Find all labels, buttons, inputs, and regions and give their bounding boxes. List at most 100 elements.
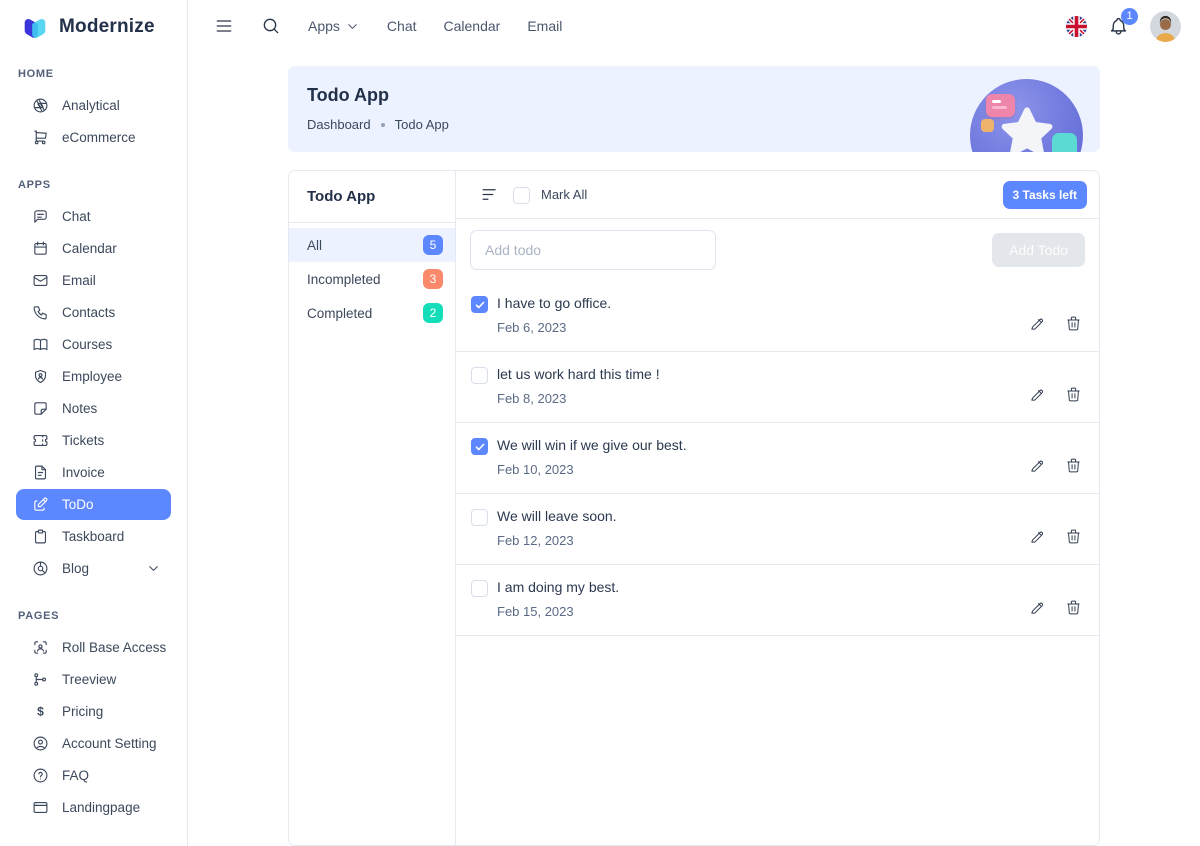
trash-icon xyxy=(1065,386,1082,403)
delete-todo-button[interactable] xyxy=(1065,599,1082,616)
header-nav-link[interactable]: Chat xyxy=(387,18,417,34)
modernize-logo-icon xyxy=(20,12,50,42)
add-todo-button[interactable]: Add Todo xyxy=(992,233,1085,267)
todo-filter-label: All xyxy=(307,238,322,253)
sidebar-item[interactable]: Invoice xyxy=(16,457,171,488)
sidebar-item[interactable]: eCommerce xyxy=(16,122,171,153)
mark-all-control: Mark All xyxy=(513,186,587,204)
todo-filter-item[interactable]: All 5 xyxy=(289,228,455,262)
sidebar-item[interactable]: Email xyxy=(16,265,171,296)
sidebar-toggle-button[interactable] xyxy=(214,16,234,36)
sidebar-item-label: Email xyxy=(62,273,96,288)
sidebar-item[interactable]: Chat xyxy=(16,201,171,232)
pencil-icon xyxy=(1029,386,1046,403)
mark-all-checkbox[interactable] xyxy=(513,187,530,204)
sidebar-item[interactable]: Analytical xyxy=(16,90,171,121)
header-nav: Apps Chat Calendar Email xyxy=(308,18,562,34)
sidebar-item[interactable]: ToDo xyxy=(16,489,171,520)
check-icon xyxy=(474,441,486,453)
book-icon xyxy=(32,336,49,353)
edit-todo-button[interactable] xyxy=(1029,528,1046,545)
note-icon xyxy=(32,400,49,417)
sidebar-item[interactable]: Notes xyxy=(16,393,171,424)
sidebar-item[interactable]: Calendar xyxy=(16,233,171,264)
todo-item-checkbox[interactable] xyxy=(471,296,488,313)
todo-filter-count-badge: 2 xyxy=(423,303,443,323)
search-button[interactable] xyxy=(261,16,281,36)
sidebar-item[interactable]: Tickets xyxy=(16,425,171,456)
header-nav-link[interactable]: Apps xyxy=(308,18,360,34)
page-banner: Todo App Dashboard Todo App xyxy=(288,66,1100,152)
help-icon xyxy=(32,767,49,784)
edit-todo-button[interactable] xyxy=(1029,457,1046,474)
todo-filter-list: All 5 Incompleted 3 Completed 2 xyxy=(289,223,455,335)
todo-item-title: I am doing my best. xyxy=(497,579,619,595)
language-flag-button[interactable] xyxy=(1066,16,1087,37)
donut-chart-icon xyxy=(32,560,49,577)
edit-todo-button[interactable] xyxy=(1029,386,1046,403)
delete-todo-button[interactable] xyxy=(1065,386,1082,403)
breadcrumb-link-dashboard[interactable]: Dashboard xyxy=(307,117,371,132)
todo-filter-item[interactable]: Incompleted 3 xyxy=(289,262,455,296)
top-header: Apps Chat Calendar Email xyxy=(188,0,1200,52)
sidebar-item[interactable]: Landingpage xyxy=(16,792,171,823)
todo-item-checkbox[interactable] xyxy=(471,509,488,526)
edit-icon xyxy=(32,496,49,513)
profile-menu-button[interactable] xyxy=(1150,11,1181,42)
todo-filter-item[interactable]: Completed 2 xyxy=(289,296,455,330)
ticket-icon xyxy=(32,432,49,449)
brand-logo[interactable]: Modernize xyxy=(0,0,187,42)
sidebar-item[interactable]: Treeview xyxy=(16,664,171,695)
invoice-icon xyxy=(32,464,49,481)
sidebar-item[interactable]: Contacts xyxy=(16,297,171,328)
user-scan-icon xyxy=(32,639,49,656)
sidebar-item-label: Employee xyxy=(62,369,122,384)
sidebar-item[interactable]: Roll Base Access xyxy=(16,632,171,663)
header-nav-link[interactable]: Email xyxy=(527,18,562,34)
todo-item: let us work hard this time ! Feb 8, 2023 xyxy=(456,352,1099,423)
sidebar-item-label: Tickets xyxy=(62,433,104,448)
shield-user-icon xyxy=(32,368,49,385)
header-nav-link[interactable]: Calendar xyxy=(444,18,501,34)
todo-list: I have to go office. Feb 6, 2023 xyxy=(456,281,1099,636)
illustration-teal-block xyxy=(1052,133,1077,152)
sidebar-item[interactable]: Blog xyxy=(16,553,171,584)
edit-todo-button[interactable] xyxy=(1029,599,1046,616)
todo-sidebar: Todo App All 5 Incompleted 3 xyxy=(289,171,456,845)
sidebar-item[interactable]: FAQ xyxy=(16,760,171,791)
cart-icon xyxy=(32,129,49,146)
sidebar-item[interactable]: Account Setting xyxy=(16,728,171,759)
message-icon xyxy=(32,208,49,225)
sidebar-item[interactable]: Taskboard xyxy=(16,521,171,552)
add-todo-input[interactable] xyxy=(470,230,716,270)
header-nav-link-label: Email xyxy=(527,18,562,34)
sidebar-item-label: Notes xyxy=(62,401,97,416)
aperture-icon xyxy=(32,97,49,114)
header-actions: 1 xyxy=(1066,11,1181,42)
sidebar-item[interactable]: Employee xyxy=(16,361,171,392)
pencil-icon xyxy=(1029,528,1046,545)
sidebar-item-label: Analytical xyxy=(62,98,120,113)
sidebar-item[interactable]: Courses xyxy=(16,329,171,360)
sidebar-item-label: ToDo xyxy=(62,497,94,512)
todo-item-title: let us work hard this time ! xyxy=(497,366,660,382)
todo-item-checkbox[interactable] xyxy=(471,580,488,597)
edit-todo-button[interactable] xyxy=(1029,315,1046,332)
todo-item-checkbox[interactable] xyxy=(471,367,488,384)
sidebar-section-label: APPS xyxy=(18,179,187,191)
sidebar-item-label: Courses xyxy=(62,337,112,352)
phone-icon xyxy=(32,304,49,321)
pencil-icon xyxy=(1029,599,1046,616)
delete-todo-button[interactable] xyxy=(1065,528,1082,545)
todo-item-checkbox[interactable] xyxy=(471,438,488,455)
dollar-icon xyxy=(32,703,49,720)
mail-icon xyxy=(32,272,49,289)
delete-todo-button[interactable] xyxy=(1065,315,1082,332)
trash-icon xyxy=(1065,315,1082,332)
breadcrumb-separator-dot xyxy=(381,123,385,127)
notifications-button[interactable]: 1 xyxy=(1108,16,1129,37)
sidebar-item-label: eCommerce xyxy=(62,130,136,145)
delete-todo-button[interactable] xyxy=(1065,457,1082,474)
sidebar-item[interactable]: Pricing xyxy=(16,696,171,727)
sort-button[interactable] xyxy=(480,185,499,204)
